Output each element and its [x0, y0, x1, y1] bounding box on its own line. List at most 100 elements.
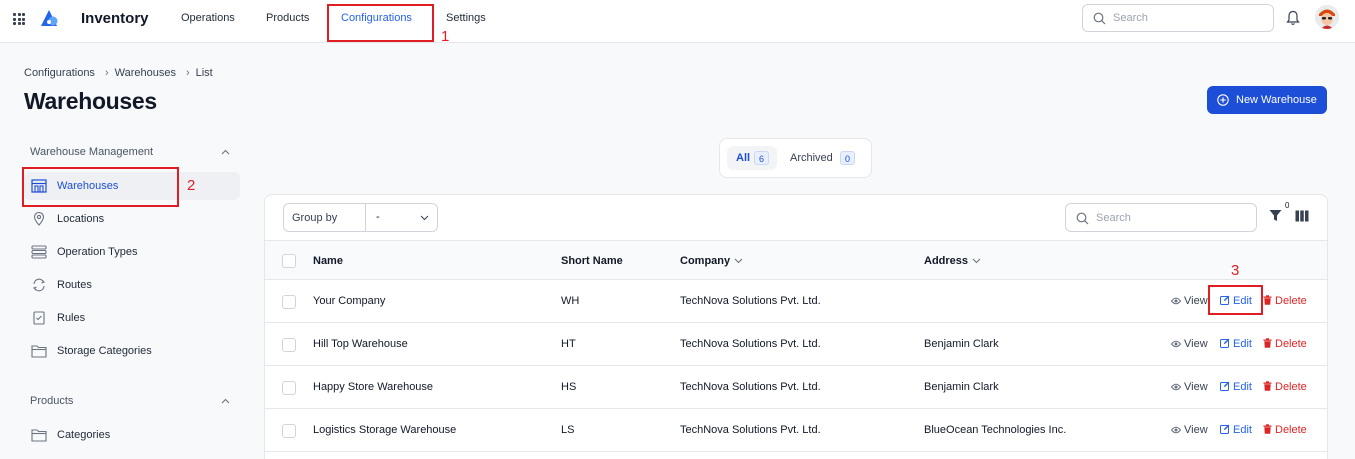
annotation-number-3: 3: [1231, 262, 1240, 279]
annotation-number-1: 1: [441, 28, 450, 45]
column-header-company[interactable]: Company: [680, 255, 743, 267]
page-title: Warehouses: [24, 88, 157, 114]
table-search-input[interactable]: Search: [1065, 203, 1257, 232]
column-header-short-name[interactable]: Short Name: [561, 255, 623, 267]
global-search-input[interactable]: Search: [1082, 4, 1274, 32]
delete-button[interactable]: Delete: [1263, 424, 1307, 436]
count-badge: 0: [840, 151, 856, 165]
sidebar-item-operation-types[interactable]: Operation Types: [24, 238, 240, 266]
view-button[interactable]: View: [1170, 424, 1208, 436]
bell-icon[interactable]: [1286, 10, 1300, 26]
eye-icon: [1170, 297, 1182, 305]
column-header-name[interactable]: Name: [313, 255, 343, 267]
chevron-right-icon: ›: [185, 67, 190, 79]
count-badge: 6: [754, 151, 770, 165]
annotation-number-2: 2: [187, 177, 196, 194]
column-header-address[interactable]: Address: [924, 255, 981, 267]
folder-icon: [31, 429, 47, 442]
edit-button[interactable]: Edit: [1220, 338, 1252, 350]
chevron-down-icon: [420, 215, 429, 221]
search-icon: [1076, 212, 1089, 225]
table-row[interactable]: Logistics Storage Warehouse LS TechNova …: [265, 409, 1327, 452]
cell-address: Benjamin Clark: [924, 338, 999, 350]
row-checkbox[interactable]: [282, 424, 296, 438]
annotation-box-3: [1208, 285, 1263, 315]
eye-icon: [1170, 426, 1182, 434]
table-row[interactable]: Your Company WH TechNova Solutions Pvt. …: [265, 280, 1327, 323]
group-by-select[interactable]: Group by -: [283, 203, 438, 232]
chevron-right-icon: ›: [104, 67, 109, 79]
sidebar-section-title[interactable]: Products: [30, 395, 73, 407]
trash-icon: [1263, 424, 1272, 434]
folder-icon: [31, 345, 47, 358]
edit-button[interactable]: Edit: [1220, 424, 1252, 436]
trash-icon: [1263, 338, 1272, 348]
annotation-box-1: [327, 4, 434, 42]
warehouses-table-card: Group by - Search 0 Name Short Name Comp…: [264, 194, 1328, 459]
sidebar-item-storage-categories[interactable]: Storage Categories: [24, 337, 240, 365]
group-by-label: Group by: [292, 212, 338, 224]
sidebar-item-label: Locations: [57, 213, 105, 225]
sidebar-item-rules[interactable]: Rules: [24, 304, 240, 332]
breadcrumb-item: List: [195, 67, 213, 79]
cell-company: TechNova Solutions Pvt. Ltd.: [680, 338, 821, 350]
user-avatar[interactable]: [1315, 5, 1339, 29]
sidebar-section-title[interactable]: Warehouse Management: [30, 146, 153, 158]
row-checkbox[interactable]: [282, 295, 296, 309]
cell-short-name: HS: [561, 381, 577, 393]
sidebar-item-categories[interactable]: Categories: [24, 421, 240, 449]
tab-archived[interactable]: Archived 0: [782, 146, 866, 170]
nav-operations[interactable]: Operations: [181, 12, 235, 24]
chevron-up-icon[interactable]: [221, 149, 230, 155]
cell-short-name: WH: [561, 295, 580, 307]
new-warehouse-button[interactable]: New Warehouse: [1207, 86, 1327, 114]
trash-icon: [1263, 295, 1272, 305]
app-grid-icon[interactable]: [13, 13, 25, 25]
plus-circle-icon: [1217, 94, 1229, 106]
nav-products[interactable]: Products: [266, 12, 309, 24]
sidebar-item-routes[interactable]: Routes: [24, 271, 240, 299]
sidebar-item-locations[interactable]: Locations: [24, 205, 240, 233]
new-warehouse-label: New Warehouse: [1236, 94, 1317, 106]
delete-button[interactable]: Delete: [1263, 338, 1307, 350]
sidebar-item-label: Routes: [57, 279, 92, 291]
delete-button[interactable]: Delete: [1263, 381, 1307, 393]
sidebar-item-label: Operation Types: [57, 246, 138, 258]
cell-company: TechNova Solutions Pvt. Ltd.: [680, 381, 821, 393]
view-button[interactable]: View: [1170, 381, 1208, 393]
table-row[interactable]: Hill Top Warehouse HT TechNova Solutions…: [265, 323, 1327, 366]
cell-short-name: HT: [561, 338, 576, 350]
annotation-box-2: [22, 167, 179, 207]
select-all-checkbox[interactable]: [282, 254, 296, 268]
view-button[interactable]: View: [1170, 338, 1208, 350]
trash-icon: [1263, 381, 1272, 391]
edit-icon: [1220, 338, 1230, 348]
sidebar-item-label: Storage Categories: [57, 345, 152, 357]
app-logo-icon: [41, 10, 58, 26]
columns-icon[interactable]: [1295, 210, 1309, 222]
table-row[interactable]: Happy Store Warehouse HS TechNova Soluti…: [265, 366, 1327, 409]
sidebar-item-label: Rules: [57, 312, 86, 324]
cell-name: Logistics Storage Warehouse: [313, 424, 457, 436]
cell-name: Hill Top Warehouse: [313, 338, 408, 350]
cell-address: Benjamin Clark: [924, 381, 999, 393]
nav-settings[interactable]: Settings: [446, 12, 486, 24]
breadcrumb-item[interactable]: Warehouses: [115, 67, 176, 79]
breadcrumb-item[interactable]: Configurations: [24, 67, 95, 79]
edit-button[interactable]: Edit: [1220, 381, 1252, 393]
delete-button[interactable]: Delete: [1263, 295, 1307, 307]
edit-icon: [1220, 381, 1230, 391]
view-button[interactable]: View: [1170, 295, 1208, 307]
filter-count-badge: 0: [1285, 201, 1290, 210]
search-placeholder: Search: [1113, 12, 1148, 24]
eye-icon: [1170, 383, 1182, 391]
cell-company: TechNova Solutions Pvt. Ltd.: [680, 295, 821, 307]
chevron-down-icon: [972, 258, 981, 264]
row-checkbox[interactable]: [282, 381, 296, 395]
tab-all[interactable]: All 6: [727, 146, 777, 170]
cell-name: Happy Store Warehouse: [313, 381, 434, 393]
row-checkbox[interactable]: [282, 338, 296, 352]
filter-icon[interactable]: [1269, 209, 1282, 222]
group-by-value: -: [376, 211, 380, 223]
chevron-up-icon[interactable]: [221, 398, 230, 404]
